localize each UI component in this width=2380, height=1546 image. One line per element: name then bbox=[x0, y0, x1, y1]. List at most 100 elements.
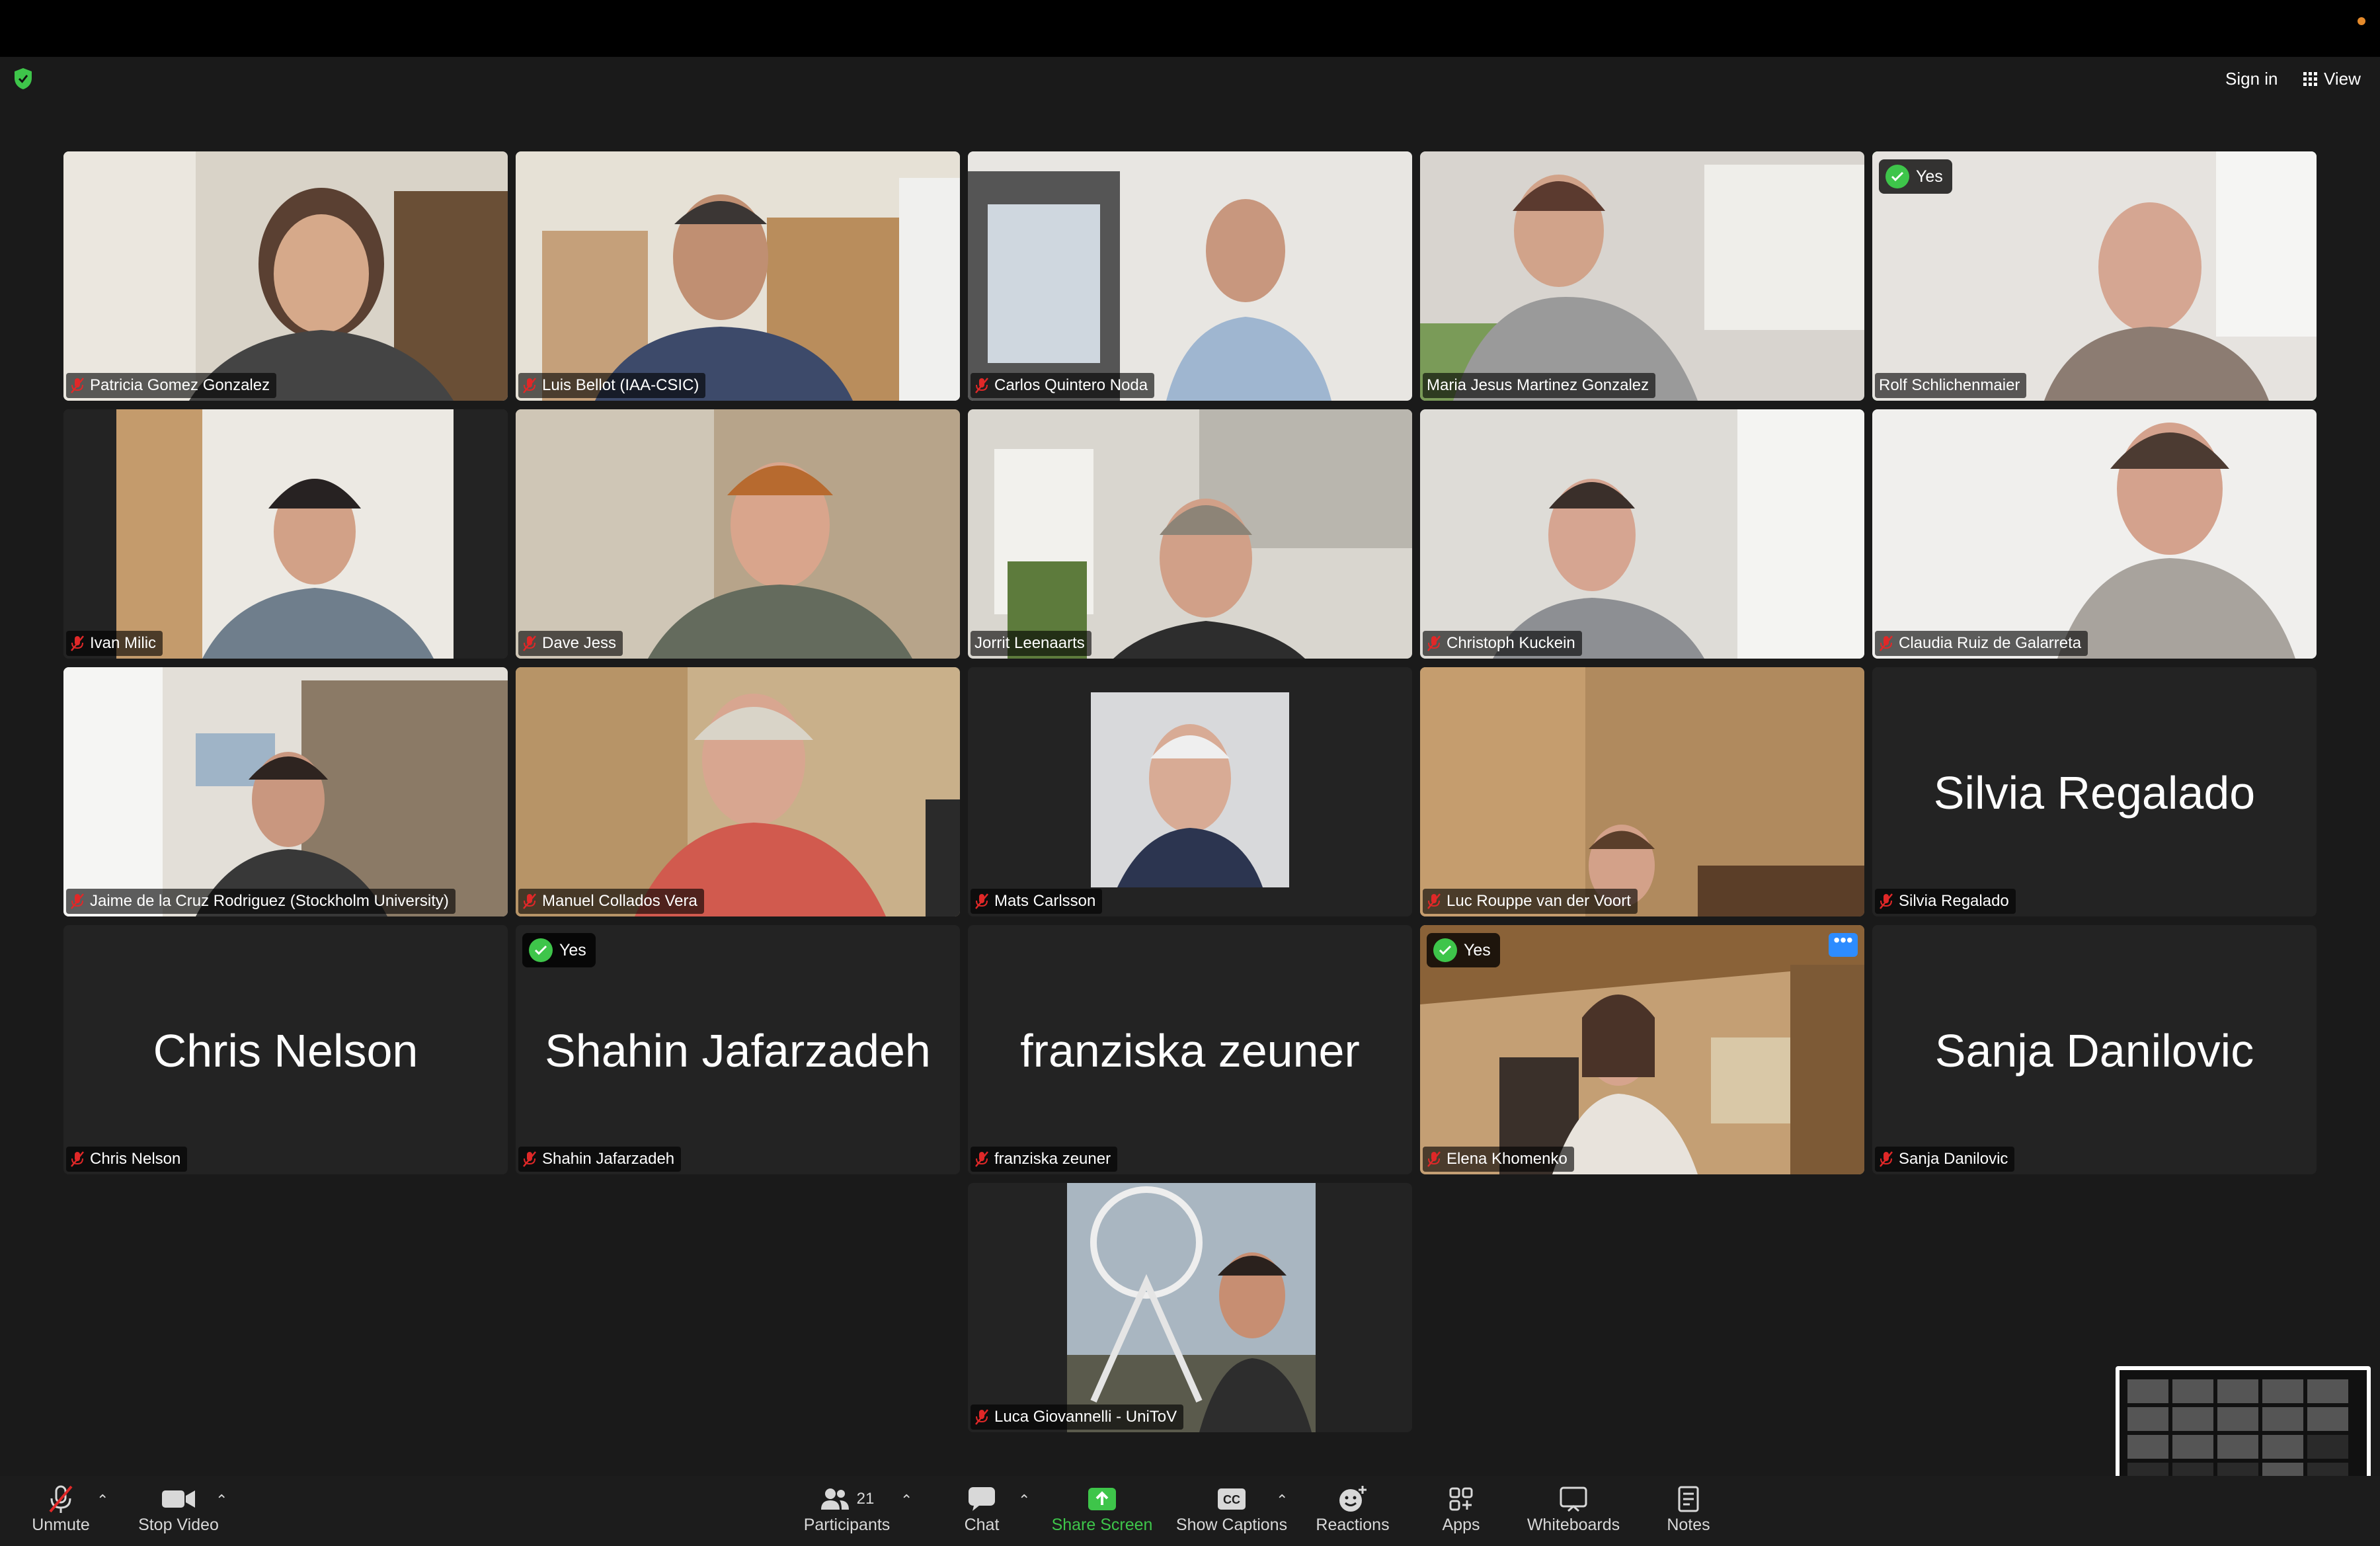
participant-tile[interactable]: Yes ••• Elena Khomenko bbox=[1420, 925, 1864, 1174]
muted-mic-icon bbox=[71, 893, 84, 909]
video-feed bbox=[63, 409, 508, 659]
whiteboards-label: Whiteboards bbox=[1527, 1516, 1620, 1534]
participant-display-name: Shahin Jafarzadeh bbox=[545, 1025, 931, 1077]
muted-mic-icon bbox=[523, 635, 536, 651]
muted-mic-icon bbox=[71, 378, 84, 393]
participant-tile[interactable]: Ivan Milic bbox=[63, 409, 508, 659]
participant-tile[interactable]: Manuel Collados Vera bbox=[516, 667, 960, 916]
participant-name-tag: Manuel Collados Vera bbox=[518, 889, 704, 914]
more-options-icon[interactable]: ••• bbox=[1829, 931, 1858, 957]
muted-mic-icon bbox=[71, 1151, 84, 1167]
muted-mic-icon bbox=[975, 1409, 988, 1425]
participant-tile[interactable]: Mats Carlsson bbox=[968, 667, 1412, 916]
participant-name-tag: Mats Carlsson bbox=[971, 889, 1103, 914]
participant-name: franziska zeuner bbox=[994, 1150, 1111, 1168]
participant-tile[interactable]: Yes Shahin Jafarzadeh Shahin Jafarzadeh bbox=[516, 925, 960, 1174]
participant-tile[interactable]: Jaime de la Cruz Rodriguez (Stockholm Un… bbox=[63, 667, 508, 916]
notes-button[interactable]: Notes bbox=[1655, 1483, 1722, 1535]
sign-in-link[interactable]: Sign in bbox=[2225, 69, 2278, 89]
whiteboards-button[interactable]: Whiteboards bbox=[1518, 1483, 1629, 1535]
participants-label: Participants bbox=[803, 1516, 891, 1534]
reaction-badge: Yes bbox=[522, 933, 596, 967]
video-options-chevron-icon[interactable]: ⌃ bbox=[216, 1492, 227, 1509]
video-feed bbox=[968, 151, 1412, 401]
participant-name-tag: Jaime de la Cruz Rodriguez (Stockholm Un… bbox=[66, 889, 456, 914]
participant-name-tag: Maria Jesus Martinez Gonzalez bbox=[1423, 373, 1656, 398]
participant-tile[interactable]: franziska zeuner franziska zeuner bbox=[968, 925, 1412, 1174]
participant-tile[interactable]: Luca Giovannelli - UniToV bbox=[968, 1183, 1412, 1432]
muted-mic-icon bbox=[975, 893, 988, 909]
participant-name: Maria Jesus Martinez Gonzalez bbox=[1427, 376, 1649, 394]
video-feed bbox=[968, 409, 1412, 659]
participant-display-name: Silvia Regalado bbox=[1933, 767, 2256, 819]
participant-display-name: franziska zeuner bbox=[1020, 1025, 1360, 1077]
share-screen-label: Share Screen bbox=[1051, 1516, 1153, 1534]
reaction-badge: Yes bbox=[1879, 159, 1952, 194]
unmute-button[interactable]: Unmute bbox=[20, 1483, 102, 1535]
reaction-label: Yes bbox=[559, 940, 586, 959]
participant-tile[interactable]: Carlos Quintero Noda bbox=[968, 151, 1412, 401]
muted-mic-icon bbox=[1880, 635, 1893, 651]
stop-video-button[interactable]: Stop Video bbox=[130, 1483, 227, 1535]
thumbnail-tile bbox=[2217, 1407, 2258, 1431]
show-captions-label: Show Captions bbox=[1175, 1516, 1288, 1534]
chat-options-chevron-icon[interactable]: ⌃ bbox=[1018, 1492, 1030, 1509]
video-feed bbox=[63, 151, 508, 401]
participant-name-tag: Luc Rouppe van der Voort bbox=[1423, 889, 1638, 914]
participant-name-tag: Elena Khomenko bbox=[1423, 1147, 1574, 1172]
participant-tile-active-speaker[interactable]: Yes Rolf Schlichenmaier bbox=[1872, 151, 2317, 401]
participants-button[interactable]: 21 Participants bbox=[791, 1483, 903, 1535]
apps-button[interactable]: Apps bbox=[1428, 1483, 1494, 1535]
chat-label: Chat bbox=[964, 1516, 1000, 1534]
captions-options-chevron-icon[interactable]: ⌃ bbox=[1276, 1492, 1288, 1509]
checkmark-icon bbox=[529, 938, 553, 962]
participant-tile[interactable]: Claudia Ruiz de Galarreta bbox=[1872, 409, 2317, 659]
participant-tile[interactable]: Patricia Gomez Gonzalez bbox=[63, 151, 508, 401]
participant-tile[interactable]: Dave Jess bbox=[516, 409, 960, 659]
apps-icon bbox=[1449, 1487, 1473, 1511]
participant-name: Rolf Schlichenmaier bbox=[1879, 376, 2020, 394]
video-camera-icon bbox=[162, 1490, 195, 1508]
participant-tile[interactable]: Maria Jesus Martinez Gonzalez bbox=[1420, 151, 1864, 401]
thumbnail-tile bbox=[2262, 1407, 2303, 1431]
participant-name: Dave Jess bbox=[542, 634, 617, 652]
reactions-button[interactable]: Reactions bbox=[1306, 1483, 1399, 1535]
participant-tile[interactable]: Christoph Kuckein bbox=[1420, 409, 1864, 659]
grid-view-icon bbox=[2303, 72, 2317, 86]
show-captions-button[interactable]: CC Show Captions bbox=[1170, 1483, 1293, 1535]
participant-name-tag: Christoph Kuckein bbox=[1423, 631, 1582, 656]
chat-button[interactable]: Chat bbox=[945, 1483, 1018, 1535]
video-feed bbox=[1872, 409, 2317, 659]
muted-mic-icon bbox=[523, 378, 536, 393]
view-button[interactable]: View bbox=[2303, 69, 2361, 89]
security-shield-icon[interactable] bbox=[13, 67, 33, 90]
video-feed bbox=[516, 667, 960, 916]
participant-name: Jaime de la Cruz Rodriguez (Stockholm Un… bbox=[90, 892, 449, 910]
thumbnail-tile bbox=[2127, 1379, 2168, 1403]
share-screen-button[interactable]: Share Screen bbox=[1047, 1483, 1157, 1535]
participant-name: Sanja Danilovic bbox=[1899, 1150, 2008, 1168]
participant-tile[interactable]: Jorrit Leenaarts bbox=[968, 409, 1412, 659]
participant-tile[interactable]: Luc Rouppe van der Voort bbox=[1420, 667, 1864, 916]
thumbnail-tile bbox=[2172, 1435, 2213, 1459]
thumbnail-tile bbox=[2217, 1435, 2258, 1459]
thumbnail-tile bbox=[2172, 1407, 2213, 1431]
participant-name: Luca Giovannelli - UniToV bbox=[994, 1408, 1177, 1426]
participant-tile[interactable]: Sanja Danilovic Sanja Danilovic bbox=[1872, 925, 2317, 1174]
video-feed bbox=[516, 409, 960, 659]
participant-name-tag: Ivan Milic bbox=[66, 631, 163, 656]
participants-options-chevron-icon[interactable]: ⌃ bbox=[900, 1492, 912, 1509]
participant-name: Manuel Collados Vera bbox=[542, 892, 697, 910]
reaction-label: Yes bbox=[1464, 940, 1491, 959]
participant-name: Silvia Regalado bbox=[1899, 892, 2009, 910]
participant-name-tag: Rolf Schlichenmaier bbox=[1875, 373, 2027, 398]
participant-name-tag: Luca Giovannelli - UniToV bbox=[971, 1404, 1184, 1430]
muted-mic-icon bbox=[1427, 635, 1441, 651]
participant-name-tag: franziska zeuner bbox=[971, 1147, 1118, 1172]
participant-tile[interactable]: Luis Bellot (IAA-CSIC) bbox=[516, 151, 960, 401]
participant-name: Elena Khomenko bbox=[1447, 1150, 1567, 1168]
svg-text:CC: CC bbox=[1223, 1493, 1240, 1506]
audio-options-chevron-icon[interactable]: ⌃ bbox=[97, 1492, 108, 1509]
participant-tile[interactable]: Chris Nelson Chris Nelson bbox=[63, 925, 508, 1174]
participant-tile[interactable]: Silvia Regalado Silvia Regalado bbox=[1872, 667, 2317, 916]
